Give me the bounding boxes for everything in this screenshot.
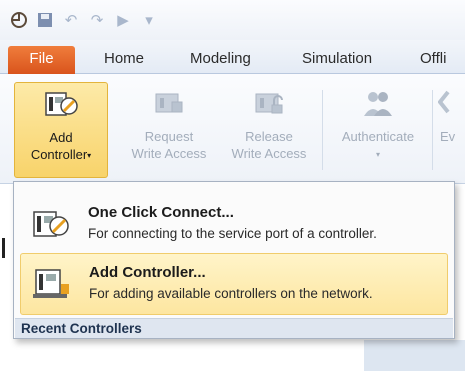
app-icon[interactable] — [8, 9, 30, 31]
chevron-down-icon: ▾ — [375, 150, 380, 160]
tab-file[interactable]: File — [8, 46, 75, 74]
background-panel — [364, 340, 465, 371]
add-controller-icon — [33, 269, 69, 298]
partial-glyph — [2, 238, 10, 258]
run-icon[interactable]: ▶ — [112, 9, 134, 31]
menu-item-add-controller[interactable]: Add Controller... For adding available c… — [20, 253, 448, 315]
customize-icon[interactable]: ▾ — [138, 9, 160, 31]
menu-item-description: For connecting to the service port of a … — [88, 226, 377, 241]
release-write-access-button[interactable]: Release Write Access — [222, 82, 316, 178]
authenticate-button[interactable]: Authenticate ▾ — [330, 82, 426, 178]
save-icon[interactable] — [34, 9, 56, 31]
chevron-down-icon: ▾ — [87, 151, 92, 161]
tab-offline[interactable]: Offli — [420, 46, 446, 74]
menu-item-title: One Click Connect... — [88, 204, 234, 221]
ribbon-panel: Add Controller▾ Request Write Access Rel… — [0, 74, 465, 184]
events-label: Ev — [440, 129, 456, 144]
add-controller-label-line1: Add — [49, 130, 73, 145]
release-write-access-label-line2: Write Access — [231, 146, 307, 161]
tab-simulation[interactable]: Simulation — [302, 46, 372, 74]
one-click-connect-icon — [33, 211, 69, 237]
undo-icon[interactable]: ↶ — [60, 9, 82, 31]
add-controller-button[interactable]: Add Controller▾ — [14, 82, 108, 178]
add-controller-label-line2: Controller — [30, 147, 88, 162]
menu-item-title: Add Controller... — [89, 264, 206, 281]
request-write-access-label-line2: Write Access — [131, 146, 207, 161]
request-write-access-icon — [155, 93, 183, 113]
ribbon-separator — [432, 90, 433, 170]
request-write-access-button[interactable]: Request Write Access — [122, 82, 216, 178]
release-write-access-icon — [255, 93, 283, 114]
add-controller-icon — [45, 92, 78, 116]
events-button[interactable]: Ev — [436, 82, 465, 178]
tab-modeling[interactable]: Modeling — [190, 46, 251, 74]
redo-icon[interactable]: ↷ — [86, 9, 108, 31]
menu-item-description: For adding available controllers on the … — [89, 286, 373, 301]
ribbon-separator — [322, 90, 323, 170]
recent-controllers-header: Recent Controllers — [15, 318, 453, 338]
request-write-access-label-line1: Request — [144, 129, 194, 144]
add-controller-menu: One Click Connect... For connecting to t… — [13, 181, 455, 339]
authenticate-label: Authenticate — [341, 129, 415, 144]
menu-item-one-click-connect[interactable]: One Click Connect... For connecting to t… — [20, 194, 448, 256]
release-write-access-label-line1: Release — [245, 129, 293, 144]
events-icon — [438, 90, 450, 114]
quick-access-toolbar: ↶ ↷ ▶ ▾ — [0, 0, 465, 40]
ribbon-tab-bar: File Home Modeling Simulation Offli — [0, 40, 465, 74]
tab-home[interactable]: Home — [104, 46, 144, 74]
users-icon — [364, 92, 392, 116]
